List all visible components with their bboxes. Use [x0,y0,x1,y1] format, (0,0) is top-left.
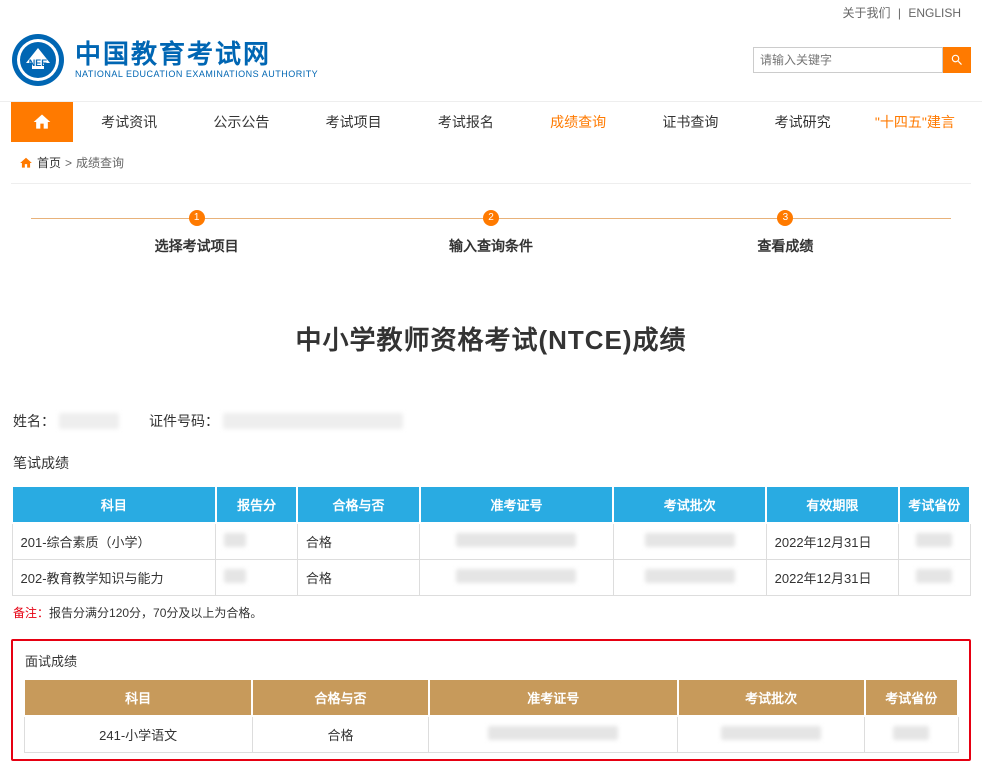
note: 备注：报告分满分120分，70分及以上为合格。 [11,596,971,639]
col-province: 考试省份 [865,679,958,716]
cell-province-redacted [865,716,958,753]
table-row: 201-综合素质（小学） 合格 2022年12月31日 [12,523,970,560]
note-text: 报告分满分120分，70分及以上为合格。 [49,606,262,620]
search-button[interactable] [943,47,971,73]
cell-pass: 合格 [252,716,428,753]
cell-batch-redacted [678,716,865,753]
cell-valid: 2022年12月31日 [766,523,898,560]
nav-item-news[interactable]: 考试资讯 [73,102,185,142]
nav-item-research[interactable]: 考试研究 [747,102,859,142]
table-row: 202-教育教学知识与能力 合格 2022年12月31日 [12,560,970,596]
breadcrumb-sep: > [65,156,72,170]
col-valid: 有效期限 [766,486,898,523]
cell-subject: 241-小学语文 [24,716,252,753]
step-1-label: 选择考试项目 [155,236,239,256]
site-title-en: NATIONAL EDUCATION EXAMINATIONS AUTHORIT… [75,69,318,79]
interview-section-label: 面试成绩 [23,651,959,678]
col-admission: 准考证号 [429,679,678,716]
written-score-table: 科目 报告分 合格与否 准考证号 考试批次 有效期限 考试省份 201-综合素质… [11,485,971,596]
cell-admission-redacted [420,560,614,596]
table-row: 241-小学语文 合格 [24,716,958,753]
name-value-redacted [59,413,119,429]
step-2-dot: 2 [483,210,499,226]
interview-section: 面试成绩 科目 合格与否 准考证号 考试批次 考试省份 241-小学语文 合格 [11,639,971,761]
home-icon [32,112,52,132]
cell-admission-redacted [420,523,614,560]
site-logo: NEE [11,33,65,87]
col-admission: 准考证号 [420,486,614,523]
nav-item-announcement[interactable]: 公示公告 [185,102,297,142]
cell-pass: 合格 [297,523,419,560]
site-title-cn: 中国教育考试网 [75,41,318,67]
name-label: 姓名： [13,411,55,431]
breadcrumb-home[interactable]: 首页 [37,154,61,171]
cell-valid: 2022年12月31日 [766,560,898,596]
col-subject: 科目 [24,679,252,716]
cell-province-redacted [899,560,970,596]
cell-province-redacted [899,523,970,560]
search-input[interactable] [753,47,943,73]
written-section-label: 笔试成绩 [11,447,971,485]
col-batch: 考试批次 [613,486,766,523]
identity-row: 姓名： 证件号码： [11,411,971,447]
step-1-dot: 1 [189,210,205,226]
english-link[interactable]: ENGLISH [908,6,961,20]
breadcrumb-current: 成绩查询 [76,154,124,171]
about-us-link[interactable]: 关于我们 [842,6,890,20]
id-label: 证件号码： [149,411,219,431]
cell-batch-redacted [613,523,766,560]
col-subject: 科目 [12,486,216,523]
cell-subject: 202-教育教学知识与能力 [12,560,216,596]
nav-item-score-query[interactable]: 成绩查询 [522,102,634,142]
interview-score-table: 科目 合格与否 准考证号 考试批次 考试省份 241-小学语文 合格 [23,678,959,753]
col-pass: 合格与否 [252,679,428,716]
cell-score-redacted [216,560,298,596]
col-score: 报告分 [216,486,298,523]
search-icon [950,53,964,67]
note-label: 备注： [13,606,49,620]
col-province: 考试省份 [899,486,970,523]
nav-home[interactable] [11,102,73,142]
svg-text:NEE: NEE [29,58,48,68]
step-3-dot: 3 [777,210,793,226]
cell-subject: 201-综合素质（小学） [12,523,216,560]
breadcrumb: 首页 > 成绩查询 [11,142,971,184]
page-title: 中小学教师资格考试(NTCE)成绩 [11,320,971,357]
step-indicator: 1 选择考试项目 2 输入查询条件 3 查看成绩 [31,210,951,270]
cell-admission-redacted [429,716,678,753]
separator: | [898,6,901,20]
nav-item-1455[interactable]: "十四五"建言 [859,102,971,142]
step-2-label: 输入查询条件 [449,236,533,256]
id-value-redacted [223,413,403,429]
col-pass: 合格与否 [297,486,419,523]
home-icon [19,156,33,170]
nav-item-cert-query[interactable]: 证书查询 [634,102,746,142]
nav-item-projects[interactable]: 考试项目 [298,102,410,142]
cell-pass: 合格 [297,560,419,596]
cell-batch-redacted [613,560,766,596]
cell-score-redacted [216,523,298,560]
col-batch: 考试批次 [678,679,865,716]
nav-item-register[interactable]: 考试报名 [410,102,522,142]
step-3-label: 查看成绩 [757,236,813,256]
